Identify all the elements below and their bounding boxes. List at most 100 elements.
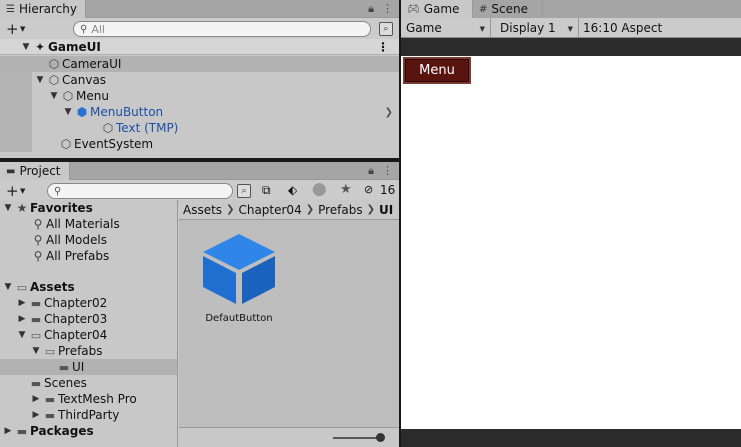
tab-scene[interactable]: # Scene [473,0,543,18]
expand-arrow-icon[interactable]: ▼ [48,91,60,101]
tab-project[interactable]: ▬ Project [0,162,70,180]
folder-icon: ▬ [16,424,28,438]
folder-label: TextMesh Pro [58,392,137,406]
favorites-label: Favorites [30,201,93,215]
breadcrumb-item[interactable]: Assets [183,203,222,217]
expand-arrow-icon[interactable]: ▼ [62,107,74,117]
folder-item-prefabs[interactable]: ▼ ▭ Prefabs [0,343,177,359]
more-options-icon[interactable]: ⋮ [382,2,393,16]
hierarchy-search-input[interactable]: ⚲ All [73,21,371,37]
lock-icon[interactable]: 🔒︎ [368,2,374,16]
expand-arrow-icon[interactable]: ▼ [16,330,28,340]
breadcrumb-item[interactable]: UI [379,203,393,217]
favorite-label: All Prefabs [46,249,110,263]
hierarchy-item-label: CameraUI [62,57,122,71]
expand-arrow-icon[interactable]: ▼ [34,75,46,85]
folder-icon: ▬ [6,165,16,177]
hidden-packages-icon[interactable]: ⊘ [364,183,373,196]
hierarchy-item-menubutton[interactable]: ▼ ⬢ MenuButton ❯ [0,104,399,120]
hierarchy-item-text-tmp[interactable]: ⬡ Text (TMP) [0,120,399,136]
hierarchy-item-label: Text (TMP) [116,121,179,135]
filter-by-type-icon[interactable]: ⧉ [262,183,271,198]
breadcrumb-item[interactable]: Chapter04 [238,203,301,217]
menu-button[interactable]: Menu [403,57,471,84]
gameobject-icon: ⬡ [60,137,72,151]
chevron-down-icon[interactable]: ▼ [20,187,25,195]
hierarchy-item-canvas[interactable]: ▼ ⬡ Canvas [0,72,399,88]
chevron-down-icon: ▼ [479,25,485,33]
project-asset-view: Assets ❯ Chapter04 ❯ Prefabs ❯ UI Defaut… [179,200,399,447]
search-mode-button[interactable]: ⌕ [237,184,251,198]
project-search-input[interactable]: ⚲ [47,183,233,199]
tab-hierarchy[interactable]: ☰ Hierarchy [0,0,86,18]
folder-label: UI [72,360,85,374]
folder-item-chapter03[interactable]: ▶ ▬ Chapter03 [0,311,177,327]
tab-game[interactable]: 🎮︎ Game [401,0,473,18]
search-icon: ⚲ [33,233,43,247]
breadcrumb-item[interactable]: Prefabs [318,203,363,217]
more-options-icon[interactable]: ⋮ [382,164,393,178]
game-panel-tabs: 🎮︎ Game # Scene [401,0,741,18]
folder-icon: ▬ [44,408,56,422]
add-icon[interactable]: + [6,20,19,38]
chevron-right-icon[interactable]: ❯ [385,107,393,118]
hierarchy-item-eventsystem[interactable]: ⬡ EventSystem [0,136,399,152]
folder-item-textmesh-pro[interactable]: ▶ ▬ TextMesh Pro [0,391,177,407]
lock-icon[interactable]: 🔒︎ [368,164,374,178]
open-folder-icon: ▭ [16,280,28,294]
project-toolbar: + ▼ ⚲ ⌕ ⧉ ⬖ ⬤ ★ ⊘ 16 [0,180,399,202]
expand-arrow-icon[interactable]: ▼ [2,203,14,213]
collapse-arrow-icon[interactable]: ▶ [30,394,42,404]
game-toolbar: Game ▼ Display 1 ▼ 16:10 Aspect [401,18,741,38]
expand-arrow-icon[interactable]: ▼ [2,282,14,292]
panel-controls: 🔒︎ ⋮ [368,164,393,178]
aspect-dropdown[interactable]: 16:10 Aspect [579,18,741,38]
grid-icon: # [479,3,488,15]
folder-item-chapter02[interactable]: ▶ ▬ Chapter02 [0,295,177,311]
filter-by-label-icon[interactable]: ⬖ [288,183,297,197]
favorite-item[interactable]: ⚲ All Materials [0,216,177,232]
expand-arrow-icon[interactable]: ▼ [30,346,42,356]
collapse-arrow-icon[interactable]: ▶ [2,426,14,436]
favorite-item[interactable]: ⚲ All Prefabs [0,248,177,264]
hierarchy-tabbar: ☰ Hierarchy 🔒︎ ⋮ [0,0,399,18]
chevron-down-icon[interactable]: ▼ [20,25,25,33]
expand-arrow-icon[interactable]: ▼ [20,42,32,52]
more-options-icon[interactable]: ⋮ [377,40,389,54]
gamepad-icon: 🎮︎ [407,3,420,15]
favorite-star-icon[interactable]: ★ [340,182,352,197]
hierarchy-item-menu[interactable]: ▼ ⬡ Menu [0,88,399,104]
chevron-right-icon: ❯ [305,204,315,215]
folder-item-thirdparty[interactable]: ▶ ▬ ThirdParty [0,407,177,423]
add-icon[interactable]: + [6,182,19,200]
collapse-arrow-icon[interactable]: ▶ [16,298,28,308]
search-icon: ⚲ [54,185,62,197]
icon-size-strip [179,427,399,447]
favorite-item[interactable]: ⚲ All Models [0,232,177,248]
search-placeholder: All [91,22,105,36]
display-dropdown[interactable]: Display 1 ▼ [491,18,579,38]
search-mode-button[interactable]: ⌕ [379,22,393,36]
asset-tile[interactable]: DefautButton [199,232,279,324]
collapse-arrow-icon[interactable]: ▶ [30,410,42,420]
icon-size-slider[interactable] [333,437,381,439]
folder-item-ui[interactable]: ▬ UI [0,359,177,375]
folder-label: Chapter04 [44,328,108,342]
game-view-dropdown[interactable]: Game ▼ [401,18,491,38]
folder-item-chapter04[interactable]: ▼ ▭ Chapter04 [0,327,177,343]
packages-label: Packages [30,424,94,438]
collapse-arrow-icon[interactable]: ▶ [16,314,28,324]
scene-row[interactable]: ▼ ✦ GameUI ⋮ [0,39,399,55]
folder-item-scenes[interactable]: ▬ Scenes [0,375,177,391]
aspect-label: 16:10 Aspect [583,21,663,35]
star-icon: ★ [16,201,28,215]
favorites-header[interactable]: ▼ ★ Favorites [0,200,177,216]
scene-name: GameUI [48,39,101,54]
menu-button-label: Menu [419,63,455,78]
slider-knob[interactable] [376,433,385,442]
hierarchy-item-label: EventSystem [74,137,154,151]
assets-header[interactable]: ▼ ▭ Assets [0,279,177,295]
packages-header[interactable]: ▶ ▬ Packages [0,423,177,439]
packages-filter-icon[interactable]: ⬤ [312,182,327,197]
hierarchy-item-cameraui[interactable]: ⬡ CameraUI [0,56,399,72]
